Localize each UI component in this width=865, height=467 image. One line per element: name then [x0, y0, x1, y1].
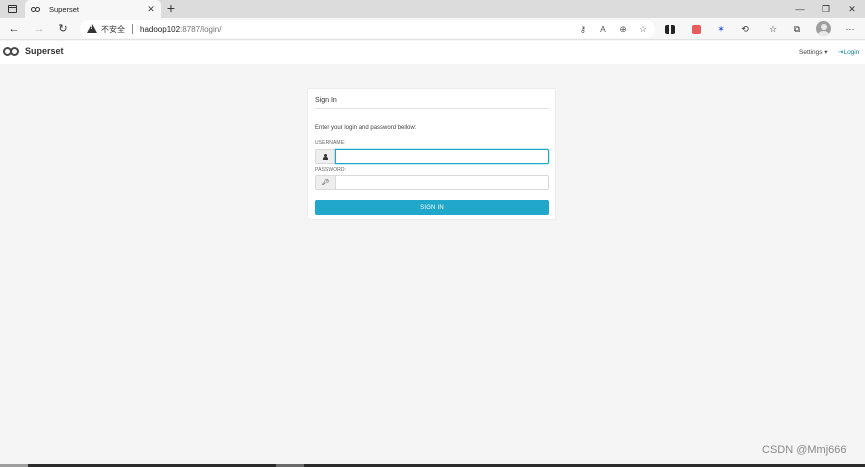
settings-menu[interactable]: Settings ▾	[799, 48, 828, 56]
tab-close-icon[interactable]: ✕	[145, 4, 157, 15]
logo-text: Superset	[25, 46, 64, 56]
collections-icon[interactable]: ⧉	[790, 22, 804, 36]
url-host[interactable]: hadoop102	[140, 25, 180, 34]
tab-actions-icon[interactable]	[4, 2, 20, 16]
login-link-label: Login	[843, 49, 860, 56]
warning-icon[interactable]	[87, 24, 97, 34]
superset-logo[interactable]: Superset	[3, 46, 64, 56]
tab-title: Superset	[49, 4, 80, 14]
security-label[interactable]: 不安全	[101, 24, 125, 35]
superset-favicon-icon	[31, 6, 41, 12]
reload-button[interactable]: ↻	[56, 22, 70, 36]
key-icon: 🔑︎	[315, 175, 335, 190]
address-separator	[132, 24, 133, 34]
read-aloud-icon[interactable]: A	[597, 22, 609, 36]
password-label: PASSWORD:	[315, 167, 347, 173]
browser-tab-strip: Superset ✕ + — ❐ ✕	[0, 0, 865, 18]
panel-title: Sign In	[315, 97, 337, 104]
app-navbar: Superset Settings ▾ ⇥Login	[0, 41, 865, 64]
username-input[interactable]	[335, 149, 549, 164]
forward-button[interactable]: →	[32, 22, 46, 36]
minimize-icon[interactable]: —	[787, 0, 813, 18]
profile-avatar[interactable]	[816, 21, 831, 36]
key-icon[interactable]: ⚷	[577, 22, 589, 36]
back-button[interactable]: ←	[7, 22, 21, 36]
sign-in-button[interactable]: SIGN IN	[315, 200, 549, 215]
username-field	[315, 149, 549, 164]
favorite-add-icon[interactable]: ☆	[637, 22, 649, 36]
browser-toolbar: ← → ↻ 不安全 hadoop102:8787/login/ ⚷ A ⊕ ☆	[0, 18, 865, 40]
new-tab-button[interactable]: +	[164, 1, 178, 17]
extensions-icon[interactable]: ⟲	[738, 22, 752, 36]
extension-red-icon[interactable]	[689, 22, 703, 36]
browser-tab[interactable]: Superset ✕	[25, 0, 161, 18]
favorites-icon[interactable]: ☆	[766, 22, 780, 36]
url-path[interactable]: :8787/login/	[180, 25, 221, 34]
window-close-icon[interactable]: ✕	[839, 0, 865, 18]
username-label: USERNAME:	[315, 140, 346, 146]
restore-icon[interactable]: ❐	[813, 0, 839, 18]
watermark: CSDN @Mmj666	[762, 444, 847, 456]
browser-menu-button[interactable]: ···	[843, 22, 857, 36]
extension-bars-icon[interactable]	[663, 22, 677, 36]
user-icon	[315, 149, 335, 164]
superset-logo-icon	[3, 46, 21, 56]
login-instruction: Enter your login and password bellow:	[315, 125, 417, 131]
panel-divider	[315, 108, 549, 109]
extension-star-icon[interactable]: ✶	[714, 22, 728, 36]
address-bar[interactable]: 不安全 hadoop102:8787/login/ ⚷ A ⊕ ☆	[80, 20, 655, 38]
login-panel: Sign In Enter your login and password be…	[307, 88, 556, 220]
login-link[interactable]: ⇥Login	[838, 48, 859, 56]
password-input[interactable]	[335, 175, 549, 190]
password-field: 🔑︎	[315, 175, 549, 190]
zoom-icon[interactable]: ⊕	[617, 22, 629, 36]
